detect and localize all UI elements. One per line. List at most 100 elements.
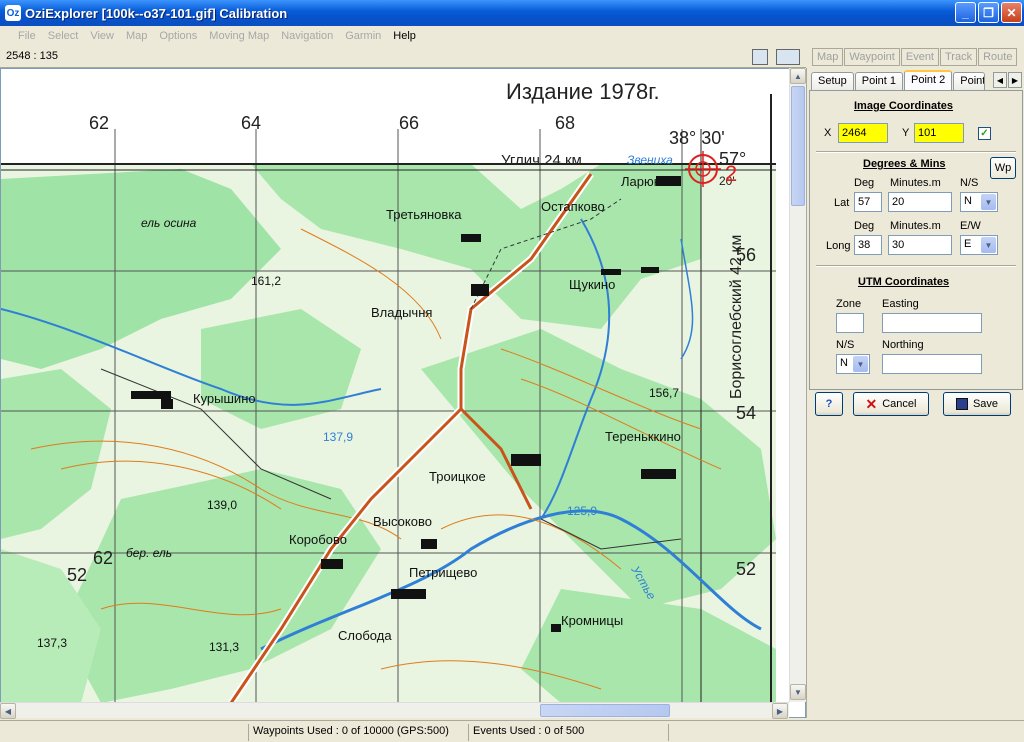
grid-label-top-62: 62 [89,113,109,133]
spot-height: 137,9 [323,430,353,444]
northing-label: Northing [882,339,924,351]
grid-label-left-52: 52 [67,565,87,585]
waypoints-used-status: Waypoints Used : 0 of 10000 (GPS:500) [248,724,468,741]
vertical-scroll-thumb[interactable] [791,86,805,206]
borisogleb-distance: Борисоглебский 42 км [728,235,745,399]
status-empty [668,724,1024,741]
menu-garmin[interactable]: Garmin [339,30,387,42]
object-tabs: Map Waypoint Event Track Route [812,48,1018,66]
menu-view[interactable]: View [84,30,120,42]
spot-height: 161,2 [251,274,281,288]
divider [816,151,1016,153]
calibration-tabs: Setup Point 1 Point 2 Point 3 [811,70,986,91]
lat-minutes-label: Minutes.m [890,177,941,189]
tab-setup[interactable]: Setup [811,72,854,91]
easting-label: Easting [882,298,919,310]
lat-ns-select[interactable]: N ▼ [960,192,998,212]
menu-help[interactable]: Help [387,30,422,42]
spot-height: 125,9 [567,504,597,518]
calibration-point-number: 2 [725,161,737,186]
minimize-button[interactable]: _ [955,2,976,23]
spot-height: 139,0 [207,498,237,512]
uglich-distance: Углич 24 км [501,152,582,169]
tab-point-2[interactable]: Point 2 [904,70,953,91]
help-icon: ? [825,398,833,410]
village-label: Троицкое [429,469,486,484]
toolbar: 2548 : 135 [0,46,806,68]
village-label: Курышино [193,391,256,406]
close-button[interactable]: ✕ [1001,2,1022,23]
lat-degrees-input[interactable] [854,192,882,212]
scroll-down-icon[interactable]: ▼ [790,684,806,700]
app-icon[interactable]: Oz [5,5,21,21]
long-ew-select[interactable]: E ▼ [960,235,998,255]
ns-label: N/S [960,177,979,189]
tab-point-3[interactable]: Point 3 [953,72,986,91]
forest-label: бер. ель [126,546,172,560]
cursor-coordinates: 2548 : 135 [6,50,58,62]
village-label: Петрищево [409,565,477,580]
maximize-button[interactable]: ❐ [978,2,999,23]
cancel-label: Cancel [882,398,917,410]
long-minutes-input[interactable] [888,235,952,255]
map-vertical-scrollbar[interactable]: ▲ ▼ [789,68,806,702]
scroll-right-icon[interactable]: ▶ [772,703,788,719]
chevron-down-icon[interactable]: ▼ [981,194,996,210]
lat-deg-label: Deg [854,177,875,189]
tab-scroll-left-icon[interactable]: ◀ [993,72,1007,88]
lat-minutes-input[interactable] [888,192,952,212]
help-button[interactable]: ? [815,392,843,416]
tab-scroll-right-icon[interactable]: ▶ [1008,72,1022,88]
chevron-down-icon[interactable]: ▼ [853,356,868,372]
image-y-input[interactable] [914,123,964,143]
top-tab-route[interactable]: Route [978,48,1018,66]
utm-northing-input[interactable] [882,354,982,374]
top-tab-map[interactable]: Map [812,48,844,66]
scroll-up-icon[interactable]: ▲ [790,68,806,84]
scroll-left-icon[interactable]: ◀ [0,703,16,719]
utm-ns-select[interactable]: N ▼ [836,354,870,374]
map-image-icon[interactable] [752,49,768,65]
window-title: OziExplorer [100k--o37-101.gif] Calibrat… [25,5,288,21]
village-label: Владычня [371,305,432,320]
map-horizontal-scrollbar[interactable]: ◀ ▶ [0,702,789,719]
cancel-button[interactable]: ✕ Cancel [853,392,929,416]
river-label: Звениха [627,153,673,167]
menu-options[interactable]: Options [153,30,203,42]
status-bar: Waypoints Used : 0 of 10000 (GPS:500) Ev… [0,720,1024,742]
village-label: Щукино [569,277,615,292]
utm-easting-input[interactable] [882,313,982,333]
top-tab-track[interactable]: Track [940,48,978,66]
spot-height: 137,3 [37,636,67,650]
chevron-down-icon[interactable]: ▼ [981,237,996,253]
y-label: Y [902,127,910,139]
calibration-panel: Setup Point 1 Point 2 Point 3 ◀ ▶ Image … [806,68,1024,718]
menu-moving-map[interactable]: Moving Map [203,30,275,42]
point-active-checkbox[interactable]: ✓ [978,127,991,140]
long-degrees-input[interactable] [854,235,882,255]
point-2-tab-body: Image Coordinates X Y ✓ Degrees & Mins W… [809,90,1023,390]
title-bar: Oz OziExplorer [100k--o37-101.gif] Calib… [0,0,1024,26]
long-minutes-label: Minutes.m [890,220,941,232]
menu-navigation[interactable]: Navigation [275,30,339,42]
map-canvas[interactable]: Издание 1978г. 62 64 66 68 56 54 52 62 5… [0,68,806,718]
save-dropdown-icon[interactable] [776,49,800,65]
village-label: Третьяновка [386,207,462,222]
utm-zone-input[interactable] [836,313,864,333]
top-tab-waypoint[interactable]: Waypoint [844,48,900,66]
image-x-input[interactable] [838,123,888,143]
topographic-map[interactable]: Издание 1978г. 62 64 66 68 56 54 52 62 5… [1,69,791,703]
village-label: Высоково [373,514,432,529]
menu-file[interactable]: File [12,30,42,42]
grid-label-top-68: 68 [555,113,575,133]
village-label: Остапково [541,199,605,214]
tab-point-1[interactable]: Point 1 [854,72,903,91]
save-button[interactable]: Save [943,392,1011,416]
horizontal-scroll-thumb[interactable] [540,704,670,717]
waypoint-button[interactable]: Wp [990,157,1016,179]
menu-select[interactable]: Select [42,30,85,42]
map-edition-label: Издание 1978г. [506,79,660,104]
menu-map[interactable]: Map [120,30,153,42]
top-tab-event[interactable]: Event [900,48,939,66]
menu-bar: File Select View Map Options Moving Map … [0,26,1024,46]
